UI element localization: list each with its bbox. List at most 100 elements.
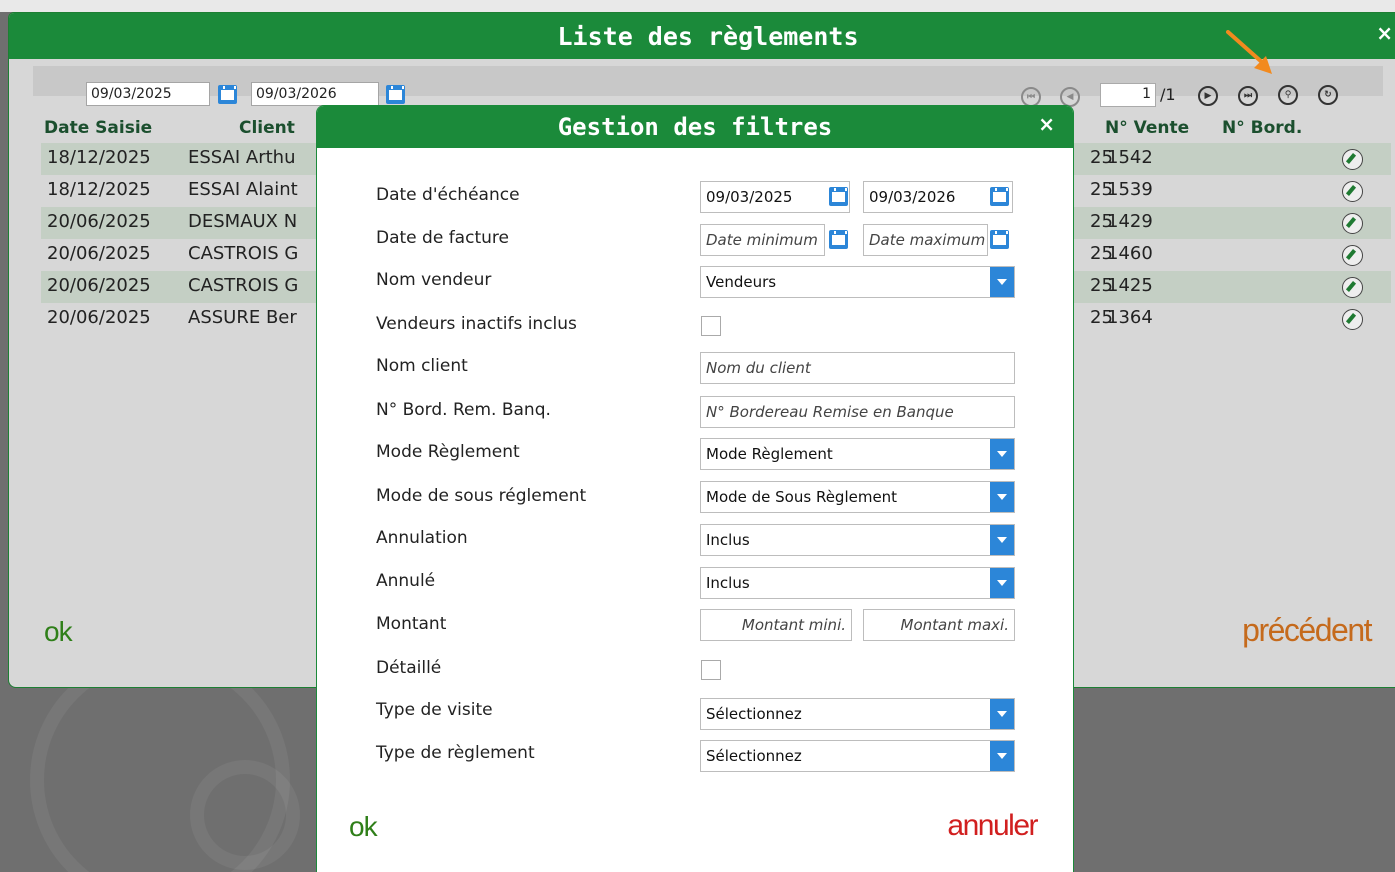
mode-sous-reglement-value: Mode de Sous Règlement	[706, 488, 898, 506]
pointer-arrow-icon	[1226, 30, 1272, 74]
row-vente: 1539	[1107, 179, 1153, 200]
label-date-facture: Date de facture	[376, 228, 509, 248]
row-date: 18/12/2025	[47, 179, 151, 200]
window-title-bar: Liste des règlements ×	[9, 13, 1395, 59]
annulation-value: Inclus	[706, 531, 750, 549]
type-visite-value: Sélectionnez	[706, 705, 802, 723]
chevron-down-icon[interactable]	[990, 525, 1014, 555]
edit-icon[interactable]	[1342, 309, 1363, 330]
label-type-visite: Type de visite	[376, 700, 493, 720]
vendeurs-inactifs-checkbox[interactable]	[701, 316, 721, 336]
label-nom-vendeur: Nom vendeur	[376, 270, 492, 290]
refresh-icon[interactable]: ↻	[1318, 85, 1338, 105]
date-from-input[interactable]: 09/03/2025	[86, 82, 210, 106]
edit-icon[interactable]	[1342, 245, 1363, 266]
label-mode-sous-reglement: Mode de sous réglement	[376, 486, 587, 506]
label-bord-rem-banq: N° Bord. Rem. Banq.	[376, 400, 551, 420]
dialog-cancel-button[interactable]: annuler	[947, 809, 1038, 843]
edit-icon[interactable]	[1342, 213, 1363, 234]
column-header-bord[interactable]: N° Bord.	[1222, 118, 1302, 138]
annulation-select[interactable]: Inclus	[700, 524, 1015, 556]
row-client: ESSAI Arthu	[188, 147, 296, 168]
calendar-icon[interactable]	[386, 85, 405, 104]
client-name-input[interactable]: Nom du client	[700, 352, 1015, 384]
row-client: CASTROIS G	[188, 243, 299, 264]
prev-page-icon[interactable]: ◀	[1060, 87, 1080, 107]
type-visite-select[interactable]: Sélectionnez	[700, 698, 1015, 730]
date-facture-from-input[interactable]: Date minimum	[700, 224, 825, 256]
calendar-icon[interactable]	[990, 230, 1009, 249]
row-client: ESSAI Alaint	[188, 179, 298, 200]
vendeur-select[interactable]: Vendeurs	[700, 266, 1015, 298]
top-strip	[0, 0, 1395, 12]
vendeur-select-value: Vendeurs	[706, 273, 777, 291]
last-page-icon[interactable]: ⏭	[1238, 86, 1258, 106]
label-montant: Montant	[376, 614, 447, 634]
calendar-icon[interactable]	[829, 187, 848, 206]
mode-sous-reglement-select[interactable]: Mode de Sous Règlement	[700, 481, 1015, 513]
montant-max-input[interactable]: Montant maxi.	[863, 609, 1015, 641]
chevron-down-icon[interactable]	[990, 267, 1014, 297]
edit-icon[interactable]	[1342, 149, 1363, 170]
row-client: ASSURE Ber	[188, 307, 297, 328]
chevron-down-icon[interactable]	[990, 568, 1014, 598]
row-vente: 1542	[1107, 147, 1153, 168]
column-header-client[interactable]: Client	[239, 118, 295, 138]
label-date-echeance: Date d'échéance	[376, 185, 520, 205]
search-filter-icon[interactable]: ⚲	[1278, 85, 1298, 105]
mode-reglement-value: Mode Règlement	[706, 445, 833, 463]
row-date: 20/06/2025	[47, 243, 151, 264]
background-decoration	[190, 760, 300, 870]
row-date: 18/12/2025	[47, 147, 151, 168]
chevron-down-icon[interactable]	[990, 482, 1014, 512]
row-date: 20/06/2025	[47, 211, 151, 232]
row-vente: 1364	[1107, 307, 1153, 328]
calendar-icon[interactable]	[829, 230, 848, 249]
label-nom-client: Nom client	[376, 356, 468, 376]
ok-button[interactable]: ok	[44, 616, 73, 648]
annule-value: Inclus	[706, 574, 750, 592]
chevron-down-icon[interactable]	[990, 439, 1014, 469]
previous-button[interactable]: précédent	[1242, 612, 1372, 649]
detaille-checkbox[interactable]	[701, 660, 721, 680]
type-reglement-select[interactable]: Sélectionnez	[700, 740, 1015, 772]
row-vente: 1425	[1107, 275, 1153, 296]
window-title: Liste des règlements	[557, 21, 859, 51]
chevron-down-icon[interactable]	[990, 741, 1014, 771]
annule-select[interactable]: Inclus	[700, 567, 1015, 599]
edit-icon[interactable]	[1342, 181, 1363, 202]
label-mode-reglement: Mode Règlement	[376, 442, 520, 462]
first-page-icon[interactable]: ⏮	[1021, 87, 1041, 107]
type-reglement-value: Sélectionnez	[706, 747, 802, 765]
page-total: /1	[1160, 85, 1176, 104]
label-vendeurs-inactifs: Vendeurs inactifs inclus	[376, 314, 577, 334]
row-client: CASTROIS G	[188, 275, 299, 296]
bordereau-input[interactable]: N° Bordereau Remise en Banque	[700, 396, 1015, 428]
calendar-icon[interactable]	[990, 187, 1009, 206]
row-date: 20/06/2025	[47, 275, 151, 296]
row-client: DESMAUX N	[188, 211, 298, 232]
row-vente: 1429	[1107, 211, 1153, 232]
label-type-reglement: Type de règlement	[376, 743, 535, 763]
column-header-vente[interactable]: N° Vente	[1105, 118, 1189, 138]
page-number-input[interactable]: 1	[1100, 83, 1156, 107]
column-header-date[interactable]: Date Saisie	[44, 118, 152, 138]
label-detaille: Détaillé	[376, 658, 442, 678]
filters-dialog: Gestion des filtres × Date d'échéance 09…	[316, 105, 1074, 872]
date-echeance-from-input[interactable]: 09/03/2025	[700, 181, 850, 213]
row-date: 20/06/2025	[47, 307, 151, 328]
date-facture-to-input[interactable]: Date maximum	[863, 224, 988, 256]
row-vente: 1460	[1107, 243, 1153, 264]
dialog-title-bar: Gestion des filtres ×	[317, 106, 1073, 148]
chevron-down-icon[interactable]	[990, 699, 1014, 729]
close-icon[interactable]: ×	[1376, 21, 1393, 45]
montant-min-input[interactable]: Montant mini.	[700, 609, 852, 641]
mode-reglement-select[interactable]: Mode Règlement	[700, 438, 1015, 470]
close-icon[interactable]: ×	[1038, 112, 1055, 136]
next-page-icon[interactable]: ▶	[1198, 86, 1218, 106]
label-annule: Annulé	[376, 571, 436, 591]
edit-icon[interactable]	[1342, 277, 1363, 298]
calendar-icon[interactable]	[218, 85, 237, 104]
dialog-ok-button[interactable]: ok	[349, 811, 378, 843]
date-to-input[interactable]: 09/03/2026	[251, 82, 379, 106]
